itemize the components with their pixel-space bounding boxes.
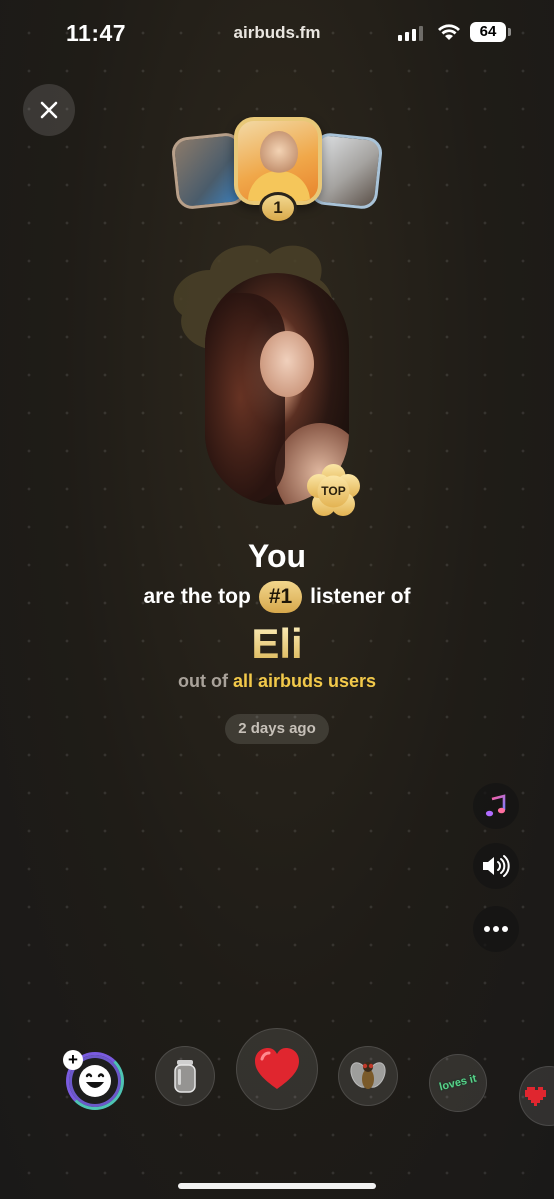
- speaker-icon: [483, 855, 510, 877]
- loves-it-label: loves it: [438, 1072, 478, 1094]
- signal-icon: [398, 25, 423, 41]
- battery-icon: 64: [470, 22, 511, 42]
- plus-icon[interactable]: +: [63, 1050, 83, 1070]
- pixel-heart-reaction-button[interactable]: [519, 1066, 554, 1126]
- rank-suffix: listener of: [310, 585, 411, 608]
- close-button[interactable]: [23, 84, 75, 136]
- rank-badge: 1: [259, 192, 297, 224]
- loves-it-reaction-button[interactable]: loves it: [429, 1054, 487, 1112]
- more-button[interactable]: [473, 906, 519, 952]
- rank-line: are the top #1 listener of: [0, 581, 554, 613]
- music-note-icon: [485, 794, 506, 817]
- home-indicator[interactable]: [178, 1183, 376, 1189]
- fly-icon: [350, 1062, 386, 1089]
- fly-reaction-button[interactable]: [338, 1046, 398, 1106]
- jar-icon: [174, 1060, 196, 1093]
- rank-pill: #1: [258, 581, 303, 613]
- rank-prefix: are the top: [143, 585, 251, 608]
- top-badge-label: TOP: [321, 484, 346, 498]
- close-icon: [40, 101, 58, 119]
- scope-line: out of all airbuds users: [0, 671, 554, 692]
- scope-prefix: out of: [177, 671, 228, 691]
- pixel-heart-icon: [525, 1087, 546, 1106]
- time-ago-badge: 2 days ago: [225, 714, 329, 744]
- heart-reaction-button[interactable]: [236, 1028, 318, 1110]
- subject-heading: You: [247, 538, 307, 574]
- artist-name[interactable]: Eli: [0, 620, 554, 668]
- sound-button[interactable]: [473, 843, 519, 889]
- wifi-icon: [437, 23, 461, 46]
- more-icon: [484, 926, 508, 932]
- music-button[interactable]: [473, 783, 519, 829]
- heart-icon: [255, 1048, 299, 1089]
- status-bar: 11:47 airbuds.fm 64: [0, 0, 554, 66]
- scope-highlight: all airbuds users: [232, 671, 377, 691]
- jar-reaction-button[interactable]: [155, 1046, 215, 1106]
